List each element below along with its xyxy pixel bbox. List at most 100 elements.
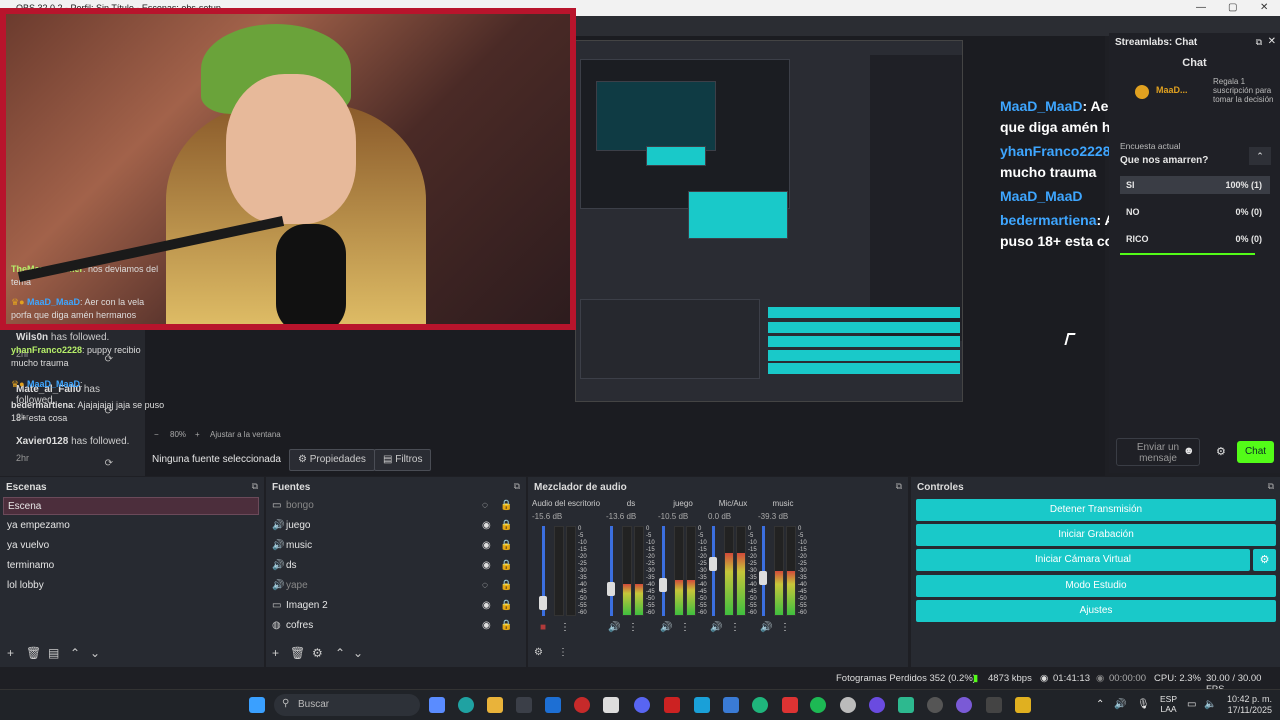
channel-menu-icon[interactable]: ⋮ [780, 622, 790, 633]
outlook-icon[interactable] [545, 697, 561, 713]
dock-menu-icon[interactable]: ⧉ [252, 481, 258, 492]
app-icon[interactable] [1015, 697, 1031, 713]
zoom-in-icon[interactable]: + [195, 430, 200, 439]
volume-fader[interactable] [610, 526, 613, 616]
gear-icon[interactable]: ⚙ [312, 646, 323, 660]
fader-knob[interactable] [659, 578, 667, 592]
muted-icon[interactable]: ■ [540, 622, 546, 633]
close-icon[interactable]: ✕ [1260, 2, 1268, 13]
app-icon[interactable] [869, 697, 885, 713]
start-virtual-camera-button[interactable]: Iniciar Cámara Virtual [916, 549, 1250, 571]
scene-item[interactable]: ya empezamo [3, 517, 259, 535]
studio-mode-button[interactable]: Modo Estudio [916, 575, 1276, 597]
poll-option[interactable]: SI 100% (1) [1120, 176, 1270, 194]
stop-stream-button[interactable]: Detener Transmisión [916, 499, 1276, 521]
source-item[interactable]: 🔊 ds ◉ 🔒 [272, 557, 522, 575]
app-icon[interactable] [752, 697, 768, 713]
channel-menu-icon[interactable]: ⋮ [560, 622, 570, 633]
maximize-icon[interactable]: ▢ [1228, 2, 1237, 13]
channel-menu-icon[interactable]: ⋮ [730, 622, 740, 633]
taskbar-search[interactable]: ⚲ Buscar [274, 694, 420, 716]
move-up-icon[interactable]: ⌃ [335, 646, 345, 660]
store-icon[interactable] [516, 697, 532, 713]
copilot-icon[interactable] [429, 697, 445, 713]
meter-scale: 0 -5 -10 -15 -20 -25 -30 -35 -40 -45 -50 -55 -60 [646, 526, 655, 616]
move-up-icon[interactable]: ⌃ [70, 646, 80, 660]
source-item[interactable]: ▭ Imagen 2 ◉ 🔒 [272, 597, 522, 615]
app-icon[interactable] [898, 697, 914, 713]
zoom-fit[interactable]: Ajustar a la ventana [210, 430, 281, 439]
source-item[interactable]: 🔊 yape ◌ 🔒 [272, 577, 522, 595]
settings-icon[interactable]: ⚙ [1216, 445, 1226, 458]
folder-icon[interactable] [487, 697, 503, 713]
clock[interactable]: 10:42 p. m. 17/11/2025 [1222, 694, 1272, 716]
menu-icon[interactable]: ⋮ [558, 647, 568, 658]
dock-menu-icon[interactable]: ⧉ [1268, 481, 1274, 492]
speaker-icon[interactable]: 🔊 [660, 622, 672, 633]
source-item[interactable]: 🔊 juego ◉ 🔒 [272, 517, 522, 535]
app-icon[interactable] [986, 697, 1002, 713]
add-icon[interactable]: + [272, 646, 279, 660]
mixer-channel-db: 0.0 dB [708, 512, 732, 521]
scene-item[interactable]: ya vuelvo [3, 537, 259, 555]
minimize-icon[interactable]: — [1196, 2, 1206, 13]
move-down-icon[interactable]: ⌄ [90, 646, 100, 660]
poll-option[interactable]: RICO 0% (0) [1120, 230, 1270, 248]
discord-icon[interactable] [634, 697, 650, 713]
app-icon[interactable] [694, 697, 710, 713]
mic-icon[interactable]: 🎙 [1137, 699, 1150, 710]
properties-button[interactable]: ⚙ Propiedades [289, 449, 375, 471]
fader-knob[interactable] [759, 571, 767, 585]
fader-knob[interactable] [607, 582, 615, 596]
float-icon[interactable]: ⧉ [1256, 37, 1262, 48]
app-icon[interactable] [603, 697, 619, 713]
channel-menu-icon[interactable]: ⋮ [680, 622, 690, 633]
scene-item[interactable]: lol lobby [3, 577, 259, 595]
speaker-icon[interactable]: 🔈 [1204, 699, 1216, 710]
start-icon[interactable] [249, 697, 265, 713]
zoom-out-icon[interactable]: − [154, 430, 159, 439]
refresh-icon[interactable]: ⟳ [105, 458, 113, 469]
send-chat-button[interactable]: Chat [1237, 441, 1274, 463]
source-item[interactable]: ◍ cofres ◉ 🔒 [272, 617, 522, 635]
app-icon[interactable] [664, 697, 680, 713]
scene-item[interactable]: Escena [3, 497, 259, 515]
filters-button[interactable]: ▤ Filtros [374, 449, 432, 471]
emoji-icon[interactable]: ☻ [1183, 445, 1195, 457]
source-item[interactable]: ▭ bongo ◌ 🔒 [272, 497, 522, 515]
gear-icon[interactable]: ⚙ [534, 647, 543, 658]
fader-knob[interactable] [539, 596, 547, 610]
dock-menu-icon[interactable]: ⧉ [514, 481, 520, 492]
obs-icon[interactable] [927, 697, 943, 713]
add-icon[interactable]: + [7, 646, 14, 660]
source-item[interactable]: 🔊 music ◉ 🔒 [272, 537, 522, 555]
speaker-icon[interactable]: 🔊 [710, 622, 722, 633]
spotify-icon[interactable] [810, 697, 826, 713]
virtual-camera-settings-icon[interactable]: ⚙ [1253, 549, 1276, 571]
app-icon[interactable] [782, 697, 798, 713]
trash-icon[interactable]: 🗑 [26, 646, 41, 660]
app-icon[interactable] [956, 697, 972, 713]
speaker-icon[interactable]: 🔊 [760, 622, 772, 633]
app-icon[interactable] [723, 697, 739, 713]
network-icon[interactable]: ▭ [1187, 699, 1196, 710]
language-indicator[interactable]: ESP LAA [1160, 694, 1177, 714]
start-recording-button[interactable]: Iniciar Grabación [916, 524, 1276, 546]
close-icon[interactable]: ✕ [1268, 36, 1276, 47]
settings-button[interactable]: Ajustes [916, 600, 1276, 622]
move-down-icon[interactable]: ⌄ [353, 646, 363, 660]
opera-icon[interactable] [574, 697, 590, 713]
edge-icon[interactable] [458, 697, 474, 713]
speaker-icon[interactable]: 🔊 [608, 622, 620, 633]
volume-icon[interactable]: 🔊 [1114, 699, 1126, 710]
app-icon[interactable] [840, 697, 856, 713]
fader-knob[interactable] [709, 557, 717, 571]
filter-icon[interactable]: ▤ [48, 646, 59, 660]
tray-chevron-icon[interactable]: ⌃ [1096, 699, 1104, 710]
poll-option[interactable]: NO 0% (0) [1120, 203, 1270, 221]
volume-fader[interactable] [662, 526, 665, 616]
channel-menu-icon[interactable]: ⋮ [628, 622, 638, 633]
trash-icon[interactable]: 🗑 [290, 646, 305, 660]
scene-item[interactable]: terminamo [3, 557, 259, 575]
volume-fader[interactable] [712, 526, 715, 616]
